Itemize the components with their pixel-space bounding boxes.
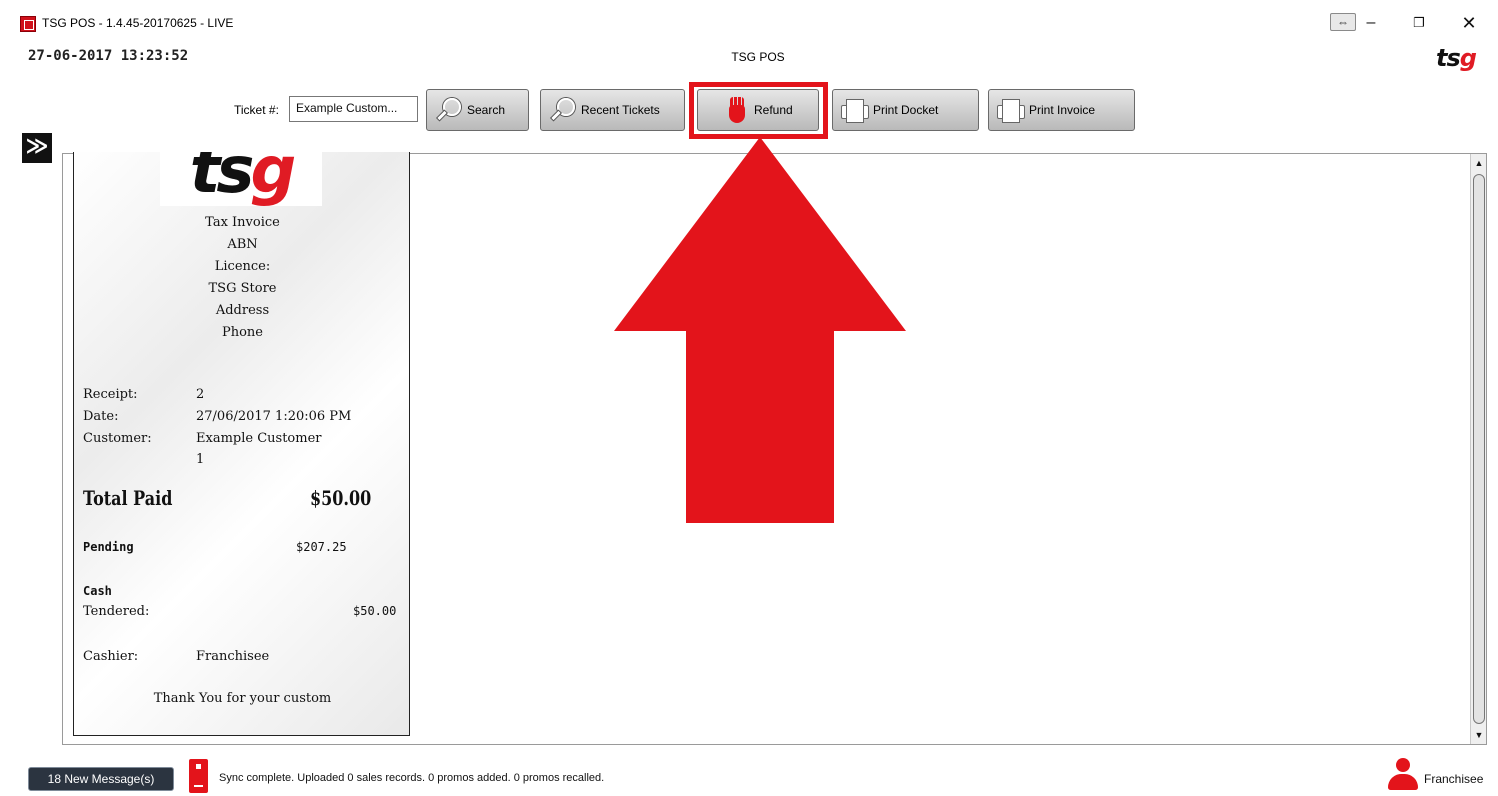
new-messages-button[interactable]: 18 New Message(s) [28, 767, 174, 791]
pending-label: Pending [83, 540, 134, 554]
payment-method: Cash [83, 584, 112, 598]
print-docket-button[interactable]: Print Docket [832, 89, 979, 131]
user-icon [1388, 758, 1418, 790]
magnifier-icon [435, 97, 461, 123]
tendered-value: $50.00 [353, 604, 397, 618]
receipt-date-label: Date: [83, 409, 119, 424]
print-docket-button-label: Print Docket [873, 103, 939, 117]
logo-text-ts: ts [1436, 44, 1461, 72]
sync-status-text: Sync complete. Uploaded 0 sales records.… [219, 772, 605, 784]
hand-stop-icon [726, 97, 748, 123]
page-title: TSG POS [731, 50, 785, 64]
print-invoice-button-label: Print Invoice [1029, 103, 1096, 117]
window-title: TSG POS - 1.4.45-20170625 - LIVE [42, 16, 234, 30]
recent-tickets-button-label: Recent Tickets [581, 103, 660, 117]
receipt-customer-value: Example Customer [196, 431, 322, 446]
receipt-customer-number: 1 [196, 452, 205, 467]
logo-text-g: g [1459, 44, 1477, 72]
receipt-header-line: Tax Invoice [205, 215, 280, 230]
scroll-thumb[interactable] [1473, 174, 1485, 724]
cashier-value: Franchisee [196, 649, 270, 664]
brand-logo: tsg [1436, 44, 1477, 72]
minimize-button[interactable]: – [1356, 12, 1386, 34]
search-button-label: Search [467, 103, 506, 117]
receipt-header-line: Phone [221, 325, 263, 340]
sidebar-toggle-button[interactable]: ≫ [22, 133, 52, 163]
receipt-date-value: 27/06/2017 1:20:06 PM [196, 409, 352, 424]
receipt-header-line: Licence: [214, 259, 271, 274]
sync-icon [189, 759, 208, 793]
receipt-header-line: ABN [227, 237, 258, 252]
receipt-logo-ts: ts [189, 152, 255, 206]
receipt-number-label: Receipt: [83, 387, 138, 402]
receipt: tsg Tax Invoice ABN Licence: TSG Store A… [73, 152, 410, 736]
total-paid-value: $50.00 [310, 486, 372, 510]
ticket-number-input[interactable]: Example Custom... [289, 96, 418, 122]
receipt-logo: tsg [160, 152, 322, 206]
recent-tickets-button[interactable]: Recent Tickets [540, 89, 685, 131]
up-arrow-annotation-icon [614, 137, 906, 523]
printer-icon [841, 98, 869, 123]
cashier-label: Cashier: [83, 649, 139, 664]
refund-button[interactable]: Refund [697, 89, 819, 131]
title-bar: TSG POS - 1.4.45-20170625 - LIVE ⇔ – ❐ ✕ [8, 0, 1498, 46]
refund-button-label: Refund [754, 103, 793, 117]
total-paid-label: Total Paid [83, 486, 173, 510]
receipt-header-line: Address [215, 303, 270, 318]
tendered-label: Tendered: [83, 604, 150, 619]
current-datetime: 27-06-2017 13:23:52 [28, 48, 189, 64]
receipt-customer-label: Customer: [83, 431, 152, 446]
receipt-number-value: 2 [196, 387, 205, 402]
scroll-up-arrow-icon[interactable]: ▲ [1472, 154, 1486, 172]
app-icon [20, 16, 36, 32]
ticket-label: Ticket #: [234, 103, 279, 117]
vertical-scrollbar[interactable]: ▲ ▼ [1470, 154, 1486, 744]
receipt-header-line: TSG Store [208, 281, 277, 296]
resize-toggle-button[interactable]: ⇔ [1330, 13, 1356, 31]
current-user-name: Franchisee [1424, 772, 1484, 786]
pending-value: $207.25 [296, 540, 347, 554]
search-button[interactable]: Search [426, 89, 529, 131]
close-button[interactable]: ✕ [1454, 12, 1484, 34]
print-invoice-button[interactable]: Print Invoice [988, 89, 1135, 131]
printer-icon [997, 98, 1025, 123]
magnifier-icon [549, 97, 575, 123]
restore-button[interactable]: ❐ [1404, 12, 1434, 34]
receipt-logo-g: g [250, 152, 296, 206]
receipt-footer: Thank You for your custom [153, 691, 332, 706]
app-window: TSG POS - 1.4.45-20170625 - LIVE ⇔ – ❐ ✕… [0, 0, 1498, 796]
scroll-down-arrow-icon[interactable]: ▼ [1472, 726, 1486, 744]
